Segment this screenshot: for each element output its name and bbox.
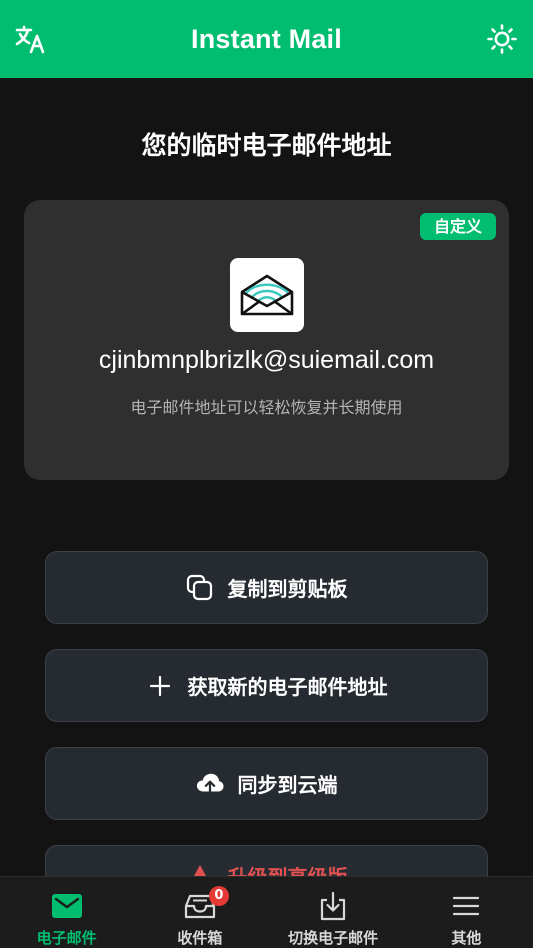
download-icon [316,891,350,921]
nav-item-switch-email[interactable]: 切换电子邮件 [267,877,400,948]
nav-label-email: 电子邮件 [36,929,97,947]
nav-label-other: 其他 [451,929,482,947]
email-card: 自定义 cjinbmnplbrizlk@suiemail.com 电子邮件地址可… [24,200,509,480]
nav-item-email[interactable]: 电子邮件 [0,877,133,948]
cloud-upload-icon [196,770,224,798]
app-header: Instant Mail [0,0,533,78]
nav-label-inbox: 收件箱 [177,929,223,947]
mail-icon [50,891,84,921]
page-heading: 您的临时电子邮件地址 [141,131,392,160]
address-hint: 电子邮件地址可以轻松恢复并长期使用 [130,398,403,417]
nav-label-switch-email: 切换电子邮件 [288,929,379,947]
copy-to-clipboard-button[interactable]: 复制到剪贴板 [45,551,488,624]
app-title: Instant Mail [191,23,342,54]
translate-icon [15,25,45,54]
inbox-count-badge: 0 [208,886,229,906]
new-address-label: 获取新的电子邮件地址 [187,675,388,699]
bottom-nav: 电子邮件 0 收件箱 切换电子邮件 其他 [0,876,533,948]
custom-badge[interactable]: 自定义 [419,213,496,240]
language-button[interactable] [14,23,48,55]
menu-icon [449,891,483,921]
sun-icon [487,24,517,54]
inbox-icon: 0 [183,886,229,921]
theme-toggle-button[interactable] [486,23,518,55]
copy-icon [186,574,214,602]
copy-label: 复制到剪贴板 [227,577,348,601]
nav-item-other[interactable]: 其他 [400,877,533,948]
new-address-button[interactable]: 获取新的电子邮件地址 [45,649,488,722]
sync-to-cloud-button[interactable]: 同步到云端 [45,747,488,820]
plus-icon [146,672,174,700]
open-envelope-icon [240,274,294,316]
email-address[interactable]: cjinbmnplbrizlk@suiemail.com [24,346,509,375]
sync-label: 同步到云端 [237,773,338,797]
nav-item-inbox[interactable]: 0 收件箱 [133,877,266,948]
mail-logo [230,258,304,332]
